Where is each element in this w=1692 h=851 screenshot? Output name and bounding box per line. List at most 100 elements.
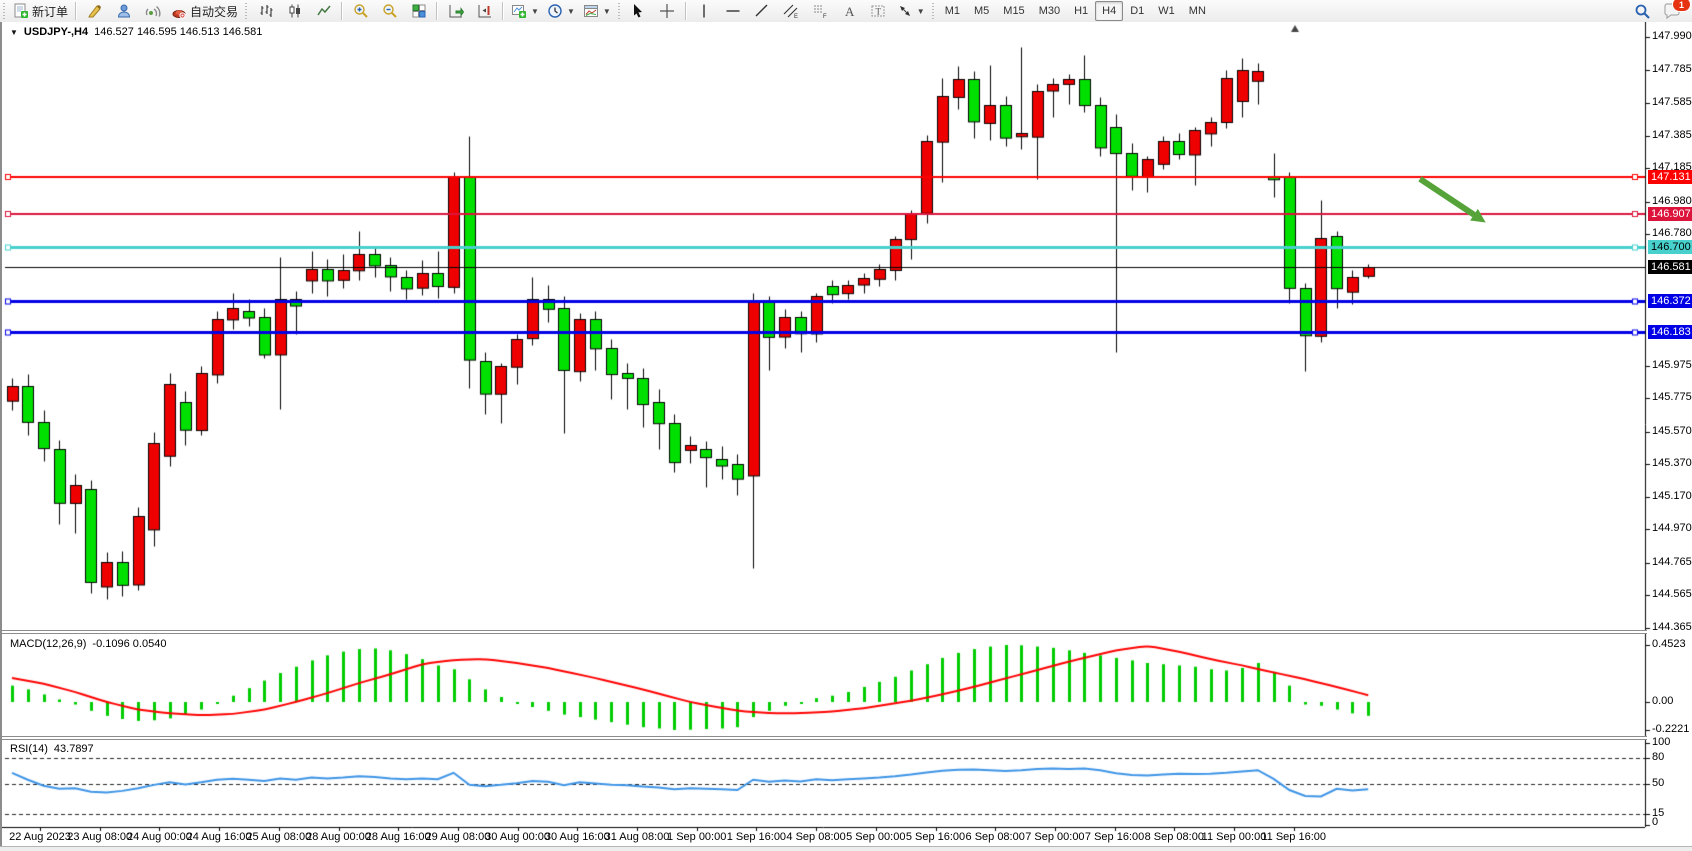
price-axis-label: 144.970 bbox=[1652, 522, 1692, 534]
zoom-out-button[interactable] bbox=[375, 0, 404, 22]
ohlc-readout: 146.527 146.595 146.513 146.581 bbox=[94, 26, 262, 38]
svg-text:E: E bbox=[794, 14, 798, 19]
tile-windows-button[interactable] bbox=[404, 0, 433, 22]
timeframe-D1[interactable]: D1 bbox=[1123, 1, 1151, 21]
indicators-button[interactable]: ▼ bbox=[507, 0, 543, 22]
new-order-button[interactable]: 新订单 bbox=[9, 0, 72, 22]
chevron-down-icon: ▼ bbox=[603, 7, 611, 16]
toolbar-separator bbox=[341, 2, 343, 20]
profile-icon bbox=[116, 3, 132, 19]
date-label: 6 Sep 08:00 bbox=[966, 831, 1025, 843]
date-label: 11 Sep 16:00 bbox=[1261, 831, 1326, 843]
pane-separator-macd[interactable] bbox=[2, 630, 1647, 634]
price-axis-label: 146.980 bbox=[1652, 195, 1692, 207]
chevron-down-icon: ▼ bbox=[531, 7, 539, 16]
line-chart-button[interactable] bbox=[309, 0, 338, 22]
chevron-down-icon: ▼ bbox=[567, 7, 575, 16]
date-label: 1 Sep 00:00 bbox=[667, 831, 726, 843]
date-label: 22 Aug 2023 bbox=[9, 831, 71, 843]
chart-window: ▼ USDJPY-,H4 146.527 146.595 146.513 146… bbox=[0, 22, 1692, 851]
label-button[interactable]: T bbox=[864, 0, 893, 22]
rsi-axis-label: 80 bbox=[1652, 751, 1664, 763]
toolbar-grip[interactable] bbox=[244, 3, 249, 19]
zoom-in-icon bbox=[353, 3, 369, 19]
auto-scroll-button[interactable] bbox=[441, 0, 470, 22]
chat-button[interactable]: 1 bbox=[1657, 0, 1686, 22]
toolbar-grip[interactable] bbox=[931, 3, 936, 19]
price-axis-label: 147.990 bbox=[1652, 30, 1692, 42]
search-icon bbox=[1634, 3, 1651, 20]
bar-chart-icon bbox=[258, 3, 274, 19]
toolbar-grip[interactable] bbox=[2, 3, 7, 19]
timeframe-M15[interactable]: M15 bbox=[996, 1, 1031, 21]
price-axis-label: 145.170 bbox=[1652, 490, 1692, 502]
timeframe-M5[interactable]: M5 bbox=[967, 1, 996, 21]
price-axis-label: 144.365 bbox=[1652, 621, 1692, 633]
autotrade-icon bbox=[171, 3, 187, 19]
price-axis-label: 144.765 bbox=[1652, 556, 1692, 568]
horizontal-line-button[interactable] bbox=[719, 0, 748, 22]
rsi-axis-label: 0 bbox=[1652, 816, 1658, 828]
rsi-pane-title: RSI(14) 43.7897 bbox=[10, 743, 94, 755]
date-label: 8 Sep 08:00 bbox=[1145, 831, 1204, 843]
autotrade-button[interactable]: 自动交易 bbox=[167, 0, 242, 22]
bar-chart-button[interactable] bbox=[251, 0, 280, 22]
timeframe-W1[interactable]: W1 bbox=[1151, 1, 1182, 21]
macd-pane-title: MACD(12,26,9) -0.1096 0.0540 bbox=[10, 638, 166, 650]
periods-button[interactable]: ▼ bbox=[543, 0, 579, 22]
crosshair-button[interactable] bbox=[653, 0, 682, 22]
cursor-button[interactable] bbox=[624, 0, 653, 22]
profile-button[interactable] bbox=[109, 0, 138, 22]
autotrade-label: 自动交易 bbox=[190, 3, 238, 20]
price-badge-146.700: 146.700 bbox=[1648, 240, 1692, 254]
templates-button[interactable]: ▼ bbox=[579, 0, 615, 22]
channel-icon: E bbox=[783, 3, 799, 19]
vertical-line-button[interactable] bbox=[690, 0, 719, 22]
date-label: 1 Sep 16:00 bbox=[727, 831, 786, 843]
date-label: 7 Sep 16:00 bbox=[1085, 831, 1144, 843]
timeframe-H4[interactable]: H4 bbox=[1095, 1, 1123, 21]
price-axis-label: 146.780 bbox=[1652, 227, 1692, 239]
date-label: 5 Sep 16:00 bbox=[906, 831, 965, 843]
crosshair-icon bbox=[659, 3, 675, 19]
chart-shift-button[interactable] bbox=[470, 0, 499, 22]
main-toolbar: 新订单 自动交易 bbox=[0, 0, 1692, 23]
trendline-button[interactable] bbox=[748, 0, 777, 22]
new-order-label: 新订单 bbox=[32, 3, 68, 20]
vertical-line-icon bbox=[696, 3, 712, 19]
templates-icon bbox=[583, 3, 599, 19]
macd-label: MACD(12,26,9) bbox=[10, 638, 86, 650]
styler-button[interactable] bbox=[80, 0, 109, 22]
price-badge-147.131: 147.131 bbox=[1648, 170, 1692, 184]
chart-canvas[interactable] bbox=[2, 22, 1692, 851]
chart-shift-icon bbox=[477, 3, 493, 19]
arrows-button[interactable]: ▼ bbox=[893, 0, 929, 22]
candlestick-button[interactable] bbox=[280, 0, 309, 22]
timeframe-H1[interactable]: H1 bbox=[1067, 1, 1095, 21]
date-label: 5 Sep 00:00 bbox=[846, 831, 905, 843]
zoom-in-button[interactable] bbox=[346, 0, 375, 22]
fibonacci-button[interactable]: F bbox=[806, 0, 835, 22]
pane-separator-rsi[interactable] bbox=[2, 736, 1647, 740]
date-label: 4 Sep 08:00 bbox=[786, 831, 845, 843]
price-axis-label: 145.775 bbox=[1652, 391, 1692, 403]
one-click-trading-toggle[interactable]: ▼ bbox=[10, 28, 18, 37]
timeframe-M1[interactable]: M1 bbox=[938, 1, 967, 21]
rsi-axis-label: 50 bbox=[1652, 777, 1664, 789]
current-price-badge: 146.581 bbox=[1648, 260, 1692, 274]
timeframe-M30[interactable]: M30 bbox=[1032, 1, 1067, 21]
date-label: 24 Aug 16:00 bbox=[187, 831, 252, 843]
search-button[interactable] bbox=[1628, 0, 1657, 22]
date-label: 28 Aug 16:00 bbox=[366, 831, 431, 843]
signal-button[interactable] bbox=[138, 0, 167, 22]
chevron-down-icon: ▼ bbox=[917, 7, 925, 16]
date-label: 25 Aug 08:00 bbox=[246, 831, 311, 843]
text-button[interactable]: A bbox=[835, 0, 864, 22]
macd-axis-label: 0.4523 bbox=[1652, 638, 1686, 650]
price-axis-label: 144.565 bbox=[1652, 588, 1692, 600]
cursor-icon bbox=[630, 3, 646, 19]
toolbar-grip[interactable] bbox=[617, 3, 622, 19]
date-label: 24 Aug 00:00 bbox=[127, 831, 192, 843]
timeframe-MN[interactable]: MN bbox=[1182, 1, 1213, 21]
channel-button[interactable]: E bbox=[777, 0, 806, 22]
